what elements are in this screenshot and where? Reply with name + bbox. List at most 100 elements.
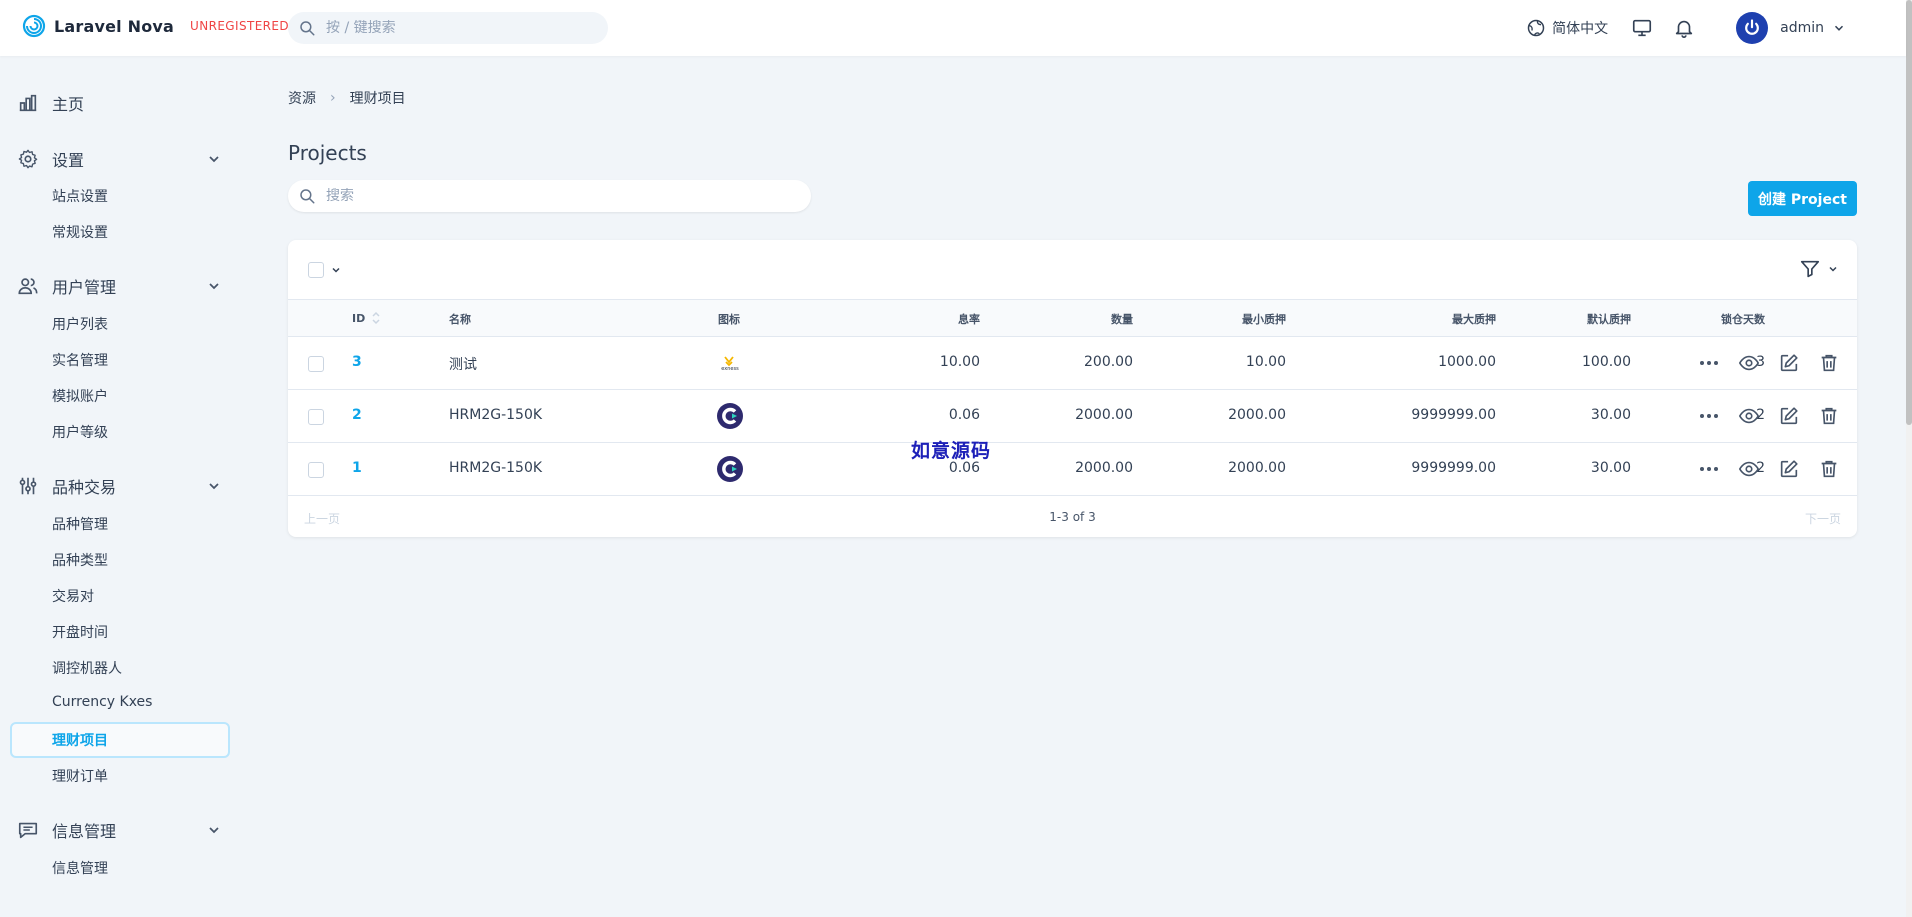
row-checkbox[interactable] <box>308 356 324 372</box>
trash-icon <box>1821 460 1837 478</box>
sidebar-item-site-settings[interactable]: 站点设置 <box>52 186 108 206</box>
language-switcher[interactable]: 简体中文 <box>1526 18 1608 38</box>
sidebar-item-finance-projects[interactable]: 理财项目 <box>52 730 108 750</box>
sort-icon <box>372 311 380 325</box>
edit-button[interactable] <box>1777 351 1801 375</box>
sidebar-group-messages[interactable]: 信息管理 <box>16 818 222 842</box>
column-lock-days: 锁仓天数 <box>1721 313 1765 326</box>
page-scrollbar[interactable] <box>1906 0 1912 917</box>
breadcrumb-resources[interactable]: 资源 <box>288 88 316 108</box>
global-search[interactable] <box>288 12 608 44</box>
display-toggle[interactable] <box>1630 16 1654 40</box>
edit-icon <box>1780 460 1798 478</box>
row-actions <box>1681 351 1841 375</box>
row-checkbox[interactable] <box>308 462 324 478</box>
breadcrumb: 资源 › 理财项目 <box>288 88 406 108</box>
create-project-button[interactable]: 创建 Project <box>1748 181 1857 216</box>
edit-icon <box>1780 407 1798 425</box>
sidebar-group-trading[interactable]: 品种交易 <box>16 474 222 498</box>
chat-icon <box>16 818 40 842</box>
sidebar-item-messages[interactable]: 信息管理 <box>52 858 108 878</box>
delete-button[interactable] <box>1817 404 1841 428</box>
sidebar-item-home[interactable]: 主页 <box>16 91 222 115</box>
sidebar-group-users[interactable]: 用户管理 <box>16 274 222 298</box>
row-id[interactable]: 3 <box>352 354 362 370</box>
column-name: 名称 <box>449 313 471 326</box>
sidebar-item-general-settings[interactable]: 常规设置 <box>52 222 108 242</box>
search-icon <box>300 189 315 204</box>
chevron-down-icon <box>1829 266 1837 272</box>
column-id-label: ID <box>352 311 366 325</box>
sidebar-item-real-name[interactable]: 实名管理 <box>52 350 108 370</box>
sidebar-item-opening-hours[interactable]: 开盘时间 <box>52 622 108 642</box>
sidebar-item-currency-kxes[interactable]: Currency Kxes <box>52 694 152 710</box>
table-row[interactable]: 1 HRM2G-150K 0.06 2000.00 2000.00 999999… <box>288 443 1857 496</box>
sidebar-item-user-list[interactable]: 用户列表 <box>52 314 108 334</box>
breadcrumb-current: 理财项目 <box>349 91 406 107</box>
sidebar-item-demo-accounts[interactable]: 模拟账户 <box>52 386 108 406</box>
global-search-input[interactable] <box>326 20 586 36</box>
view-button[interactable] <box>1737 457 1761 481</box>
delete-button[interactable] <box>1817 457 1841 481</box>
nova-logo-icon <box>22 14 46 38</box>
sidebar-active-highlight <box>10 722 230 758</box>
row-id[interactable]: 1 <box>352 460 362 476</box>
table-row[interactable]: 2 HRM2G-150K 0.06 2000.00 2000.00 999999… <box>288 390 1857 443</box>
more-actions-button[interactable] <box>1697 457 1721 481</box>
table-row[interactable]: 3 测试 exness 10.00 200.00 10.00 1000.00 1… <box>288 337 1857 390</box>
column-min-stake: 最小质押 <box>1242 313 1286 326</box>
scrollbar-thumb[interactable] <box>1906 0 1912 425</box>
edit-button[interactable] <box>1777 457 1801 481</box>
c-logo-icon <box>717 456 743 482</box>
row-actions <box>1681 404 1841 428</box>
sidebar-item-product-types[interactable]: 品种类型 <box>52 550 108 570</box>
sidebar-item-product-management[interactable]: 品种管理 <box>52 514 108 534</box>
c-logo-icon <box>717 403 743 429</box>
column-id[interactable]: ID <box>352 311 381 325</box>
sidebar-item-control-robot[interactable]: 调控机器人 <box>52 658 122 678</box>
power-icon <box>1745 19 1760 35</box>
row-max-stake: 9999999.00 <box>1411 460 1496 476</box>
edit-button[interactable] <box>1777 404 1801 428</box>
pagination: 上一页 1-3 of 3 下一页 <box>288 497 1857 537</box>
search-icon <box>300 21 315 36</box>
chevron-down-icon <box>209 827 219 834</box>
more-actions-button[interactable] <box>1697 404 1721 428</box>
row-checkbox[interactable] <box>308 409 324 425</box>
table-header: ID 名称 图标 息率 数量 最小质押 最大质押 默认质押 锁仓天数 <box>288 300 1857 337</box>
row-min-stake: 10.00 <box>1245 354 1286 370</box>
unregistered-badge: UNREGISTERED <box>190 19 290 33</box>
delete-button[interactable] <box>1817 351 1841 375</box>
sidebar: 主页 设置 站点设置 常规设置 用户管理 用户列表 实名管理 模拟账户 用户等级… <box>0 56 236 917</box>
select-all-checkbox[interactable] <box>308 262 324 278</box>
more-actions-button[interactable] <box>1697 351 1721 375</box>
sidebar-item-trading-pairs[interactable]: 交易对 <box>52 586 94 606</box>
row-id[interactable]: 2 <box>352 407 362 423</box>
sidebar-group-settings[interactable]: 设置 <box>16 147 222 171</box>
eye-icon <box>1738 408 1760 424</box>
column-icon: 图标 <box>718 313 740 326</box>
next-page-button[interactable]: 下一页 <box>1805 510 1841 527</box>
resource-search[interactable] <box>288 180 811 212</box>
row-rate: 0.06 <box>948 407 980 423</box>
view-button[interactable] <box>1737 351 1761 375</box>
sidebar-home-label: 主页 <box>52 95 85 114</box>
filter-button[interactable] <box>1799 258 1839 280</box>
sidebar-trading-label: 品种交易 <box>52 478 117 497</box>
row-amount: 2000.00 <box>1075 460 1133 476</box>
sidebar-item-finance-orders[interactable]: 理财订单 <box>52 766 108 786</box>
avatar <box>1736 12 1769 44</box>
chevron-down-icon <box>209 483 219 490</box>
chevron-down-icon[interactable] <box>330 264 342 276</box>
notifications-button[interactable] <box>1672 16 1696 40</box>
user-menu[interactable]: admin <box>1736 12 1846 44</box>
sidebar-item-user-levels[interactable]: 用户等级 <box>52 422 108 442</box>
brand[interactable]: Laravel Nova UNREGISTERED <box>22 14 289 38</box>
chevron-right-icon: › <box>330 90 336 106</box>
view-button[interactable] <box>1737 404 1761 428</box>
row-max-stake: 9999999.00 <box>1411 407 1496 423</box>
language-label: 简体中文 <box>1552 21 1609 37</box>
resource-search-input[interactable] <box>326 188 786 204</box>
row-name: HRM2G-150K <box>449 407 543 423</box>
row-default-stake: 100.00 <box>1582 354 1631 370</box>
